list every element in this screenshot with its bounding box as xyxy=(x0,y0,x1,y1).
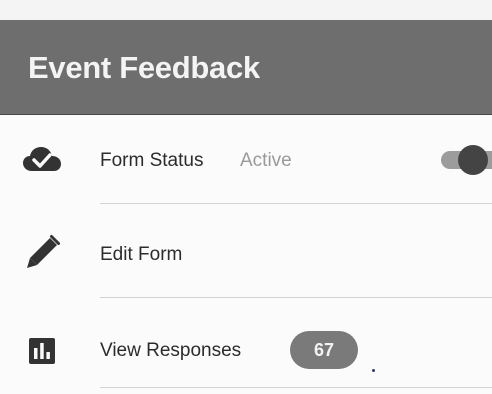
cursor-dot xyxy=(372,369,375,372)
form-status-toggle[interactable] xyxy=(441,145,492,175)
divider xyxy=(100,387,492,388)
edit-form-row[interactable]: Edit Form xyxy=(0,222,492,284)
edit-form-label: Edit Form xyxy=(100,244,183,265)
view-responses-row[interactable]: View Responses 67 xyxy=(0,320,492,382)
bar-chart-icon xyxy=(20,329,64,373)
form-status-row[interactable]: Form Status Active xyxy=(0,130,492,192)
event-feedback-card: Event Feedback Form Status Active Edit F… xyxy=(0,0,492,394)
card-header: Event Feedback xyxy=(0,20,492,115)
divider xyxy=(100,203,492,204)
divider xyxy=(100,297,492,298)
top-edge xyxy=(0,0,492,20)
form-status-label: Form Status xyxy=(100,150,204,171)
toggle-knob xyxy=(458,145,488,175)
form-status-value: Active xyxy=(240,150,292,171)
card-title: Event Feedback xyxy=(28,50,260,85)
cloud-check-icon xyxy=(20,139,64,183)
pencil-icon xyxy=(20,231,64,275)
responses-count-badge: 67 xyxy=(290,331,358,369)
view-responses-label: View Responses xyxy=(100,340,242,361)
